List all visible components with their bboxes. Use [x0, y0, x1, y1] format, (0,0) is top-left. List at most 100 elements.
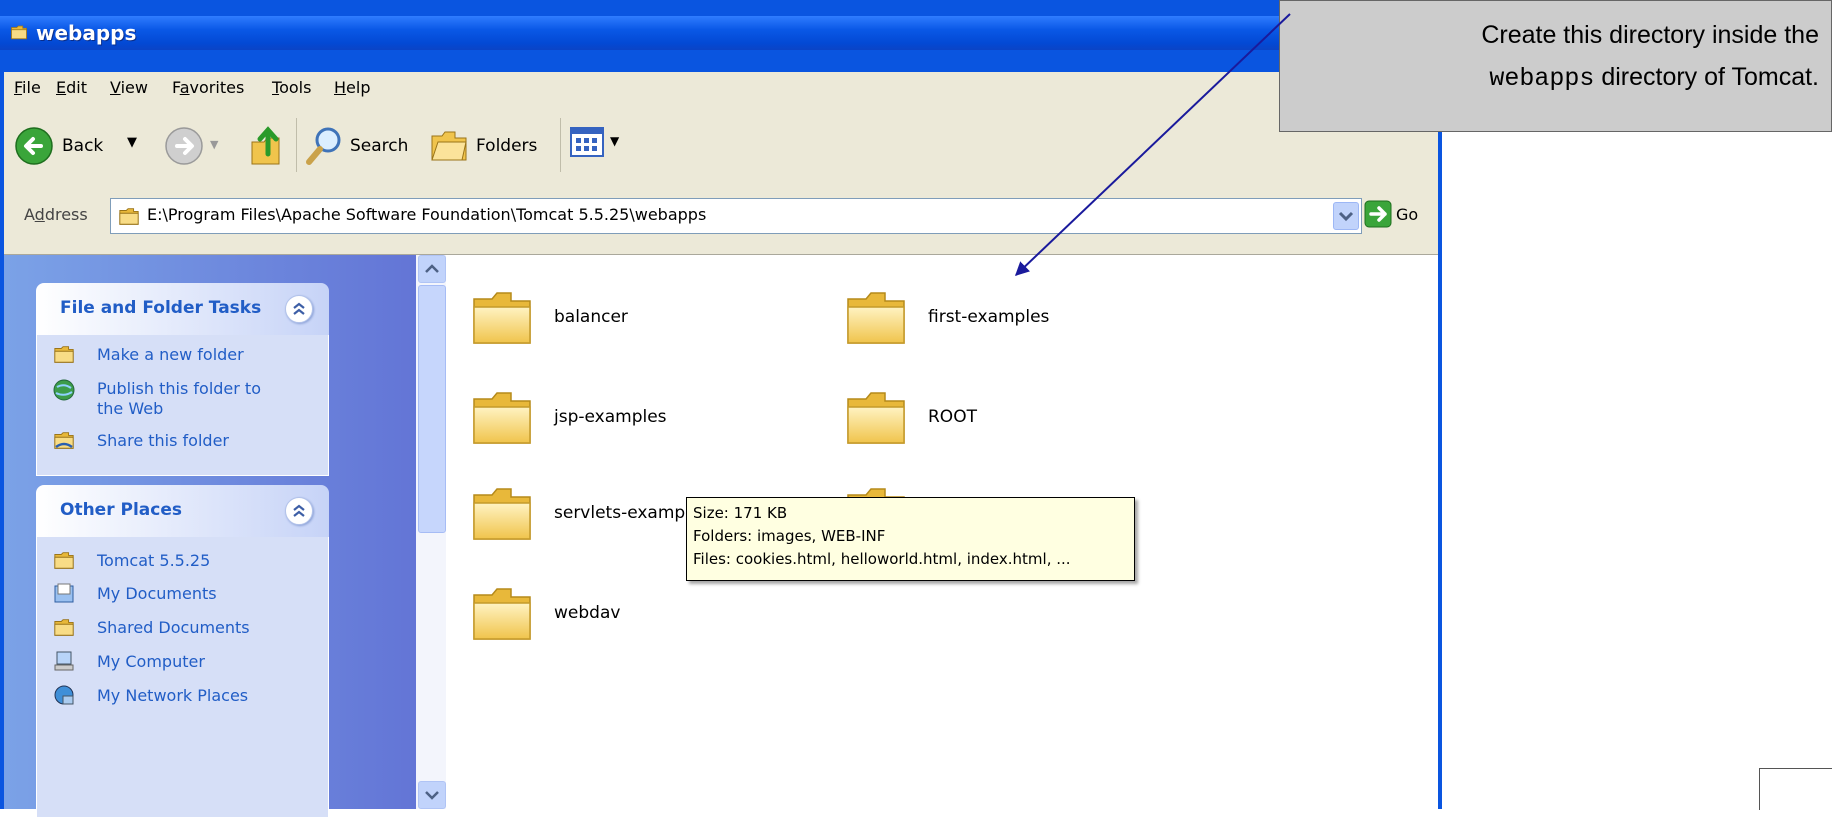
- place-my-computer[interactable]: My Computer: [97, 652, 205, 672]
- menu-file[interactable]: File: [14, 78, 41, 97]
- folders-button[interactable]: Folders: [430, 124, 560, 168]
- folder-name: first-examples: [928, 307, 1050, 327]
- toolbar: Back ▼ ▼ Search Folders ▼: [4, 104, 1438, 191]
- title-bar[interactable]: webapps: [0, 16, 1442, 50]
- address-dropdown-button[interactable]: [1333, 202, 1359, 230]
- place-my-documents[interactable]: My Documents: [97, 584, 217, 604]
- folder-icon: [54, 619, 74, 636]
- folder-item-jsp-examples[interactable]: jsp-examples: [470, 385, 770, 451]
- callout-line1: Create this directory inside the: [1481, 21, 1819, 49]
- folders-label: Folders: [476, 136, 538, 156]
- collapse-button[interactable]: [285, 295, 313, 323]
- panel-title: File and Folder Tasks: [60, 298, 262, 318]
- task-pane: File and Folder Tasks Make a new folder …: [4, 255, 416, 818]
- folder-icon: [119, 208, 139, 225]
- folder-icon: [473, 588, 531, 640]
- double-chevron-up-icon: [293, 504, 305, 517]
- annotation-callout: Create this directory inside the webapps…: [1279, 0, 1832, 132]
- my-computer-icon: [54, 651, 74, 671]
- scroll-up-button[interactable]: [418, 255, 446, 283]
- folder-name: webdav: [554, 603, 621, 623]
- forward-arrow-icon: [165, 127, 203, 165]
- callout-code: webapps: [1489, 64, 1595, 93]
- task-publish-folder-cont[interactable]: the Web: [97, 399, 163, 419]
- panel-header[interactable]: Other Places: [36, 485, 329, 537]
- folder-icon: [473, 292, 531, 344]
- chevron-up-icon: [425, 264, 439, 273]
- panel-body: Tomcat 5.5.25 My Documents Shared Docume…: [36, 537, 329, 818]
- scroll-thumb[interactable]: [418, 285, 446, 533]
- place-tomcat[interactable]: Tomcat 5.5.25: [97, 551, 210, 571]
- callout-line2-rest: directory of Tomcat.: [1594, 63, 1819, 91]
- menu-favorites[interactable]: Favorites: [172, 78, 244, 97]
- menu-edit[interactable]: Edit: [56, 78, 87, 97]
- window-title: webapps: [36, 21, 137, 45]
- forward-button[interactable]: ▼: [164, 126, 234, 168]
- address-label: Address: [24, 205, 88, 224]
- explorer-window: webapps File Edit View Favorites Tools H…: [0, 0, 1442, 818]
- task-make-new-folder[interactable]: Make a new folder: [97, 345, 244, 365]
- back-dropdown-icon[interactable]: ▼: [127, 135, 137, 150]
- menu-tools[interactable]: Tools: [272, 78, 311, 97]
- go-button[interactable]: Go: [1364, 198, 1434, 234]
- corner-box: [1759, 768, 1832, 810]
- panel-header[interactable]: File and Folder Tasks: [36, 283, 329, 335]
- file-folder-tasks-panel: File and Folder Tasks Make a new folder …: [36, 283, 329, 476]
- folder-item-webdav[interactable]: webdav: [470, 581, 670, 647]
- folder-item-root[interactable]: ROOT: [844, 385, 1144, 451]
- address-input[interactable]: E:\Program Files\Apache Software Foundat…: [110, 198, 1362, 234]
- menu-bar: File Edit View Favorites Tools Help: [4, 72, 1438, 105]
- search-button[interactable]: Search: [304, 124, 424, 168]
- other-places-panel: Other Places Tomcat 5.5.25 My Documents …: [36, 485, 329, 818]
- toolbar-separator: [560, 118, 561, 172]
- address-path: E:\Program Files\Apache Software Foundat…: [147, 205, 707, 224]
- up-folder-icon[interactable]: [248, 124, 288, 166]
- folder-item-balancer[interactable]: balancer: [470, 285, 770, 351]
- task-share-folder[interactable]: Share this folder: [97, 431, 229, 451]
- folder-name: jsp-examples: [554, 407, 667, 427]
- tooltip-files: Files: cookies.html, helloworld.html, in…: [693, 550, 1071, 568]
- network-places-icon: [54, 685, 74, 705]
- search-icon: [306, 127, 341, 165]
- back-label: Back: [62, 136, 104, 156]
- panel-body: Make a new folder Publish this folder to…: [36, 335, 329, 476]
- folder-name: balancer: [554, 307, 628, 327]
- folder-icon: [847, 292, 905, 344]
- folders-icon: [431, 131, 467, 161]
- toolbar-separator: [296, 118, 297, 172]
- folder-name: ROOT: [928, 407, 977, 427]
- tooltip-size: Size: 171 KB: [693, 504, 788, 522]
- views-dropdown-icon: ▼: [610, 134, 620, 148]
- collapse-button[interactable]: [285, 497, 313, 525]
- scroll-down-button[interactable]: [418, 781, 446, 809]
- share-folder-icon: [54, 432, 74, 449]
- place-my-network[interactable]: My Network Places: [97, 686, 248, 706]
- globe-icon: [53, 379, 75, 401]
- vertical-scrollbar[interactable]: [416, 255, 446, 809]
- views-icon: [570, 127, 604, 157]
- folder-tooltip: Size: 171 KB Folders: images, WEB-INF Fi…: [686, 497, 1135, 581]
- views-button[interactable]: ▼: [570, 124, 630, 164]
- chevron-down-icon: [1338, 211, 1354, 222]
- folder-icon: [847, 392, 905, 444]
- search-label: Search: [350, 136, 409, 156]
- new-folder-icon: [54, 346, 74, 363]
- panel-title: Other Places: [60, 500, 182, 520]
- address-bar: Address E:\Program Files\Apache Software…: [4, 190, 1438, 255]
- task-publish-folder[interactable]: Publish this folder to: [97, 379, 261, 399]
- menu-view[interactable]: View: [110, 78, 148, 97]
- double-chevron-up-icon: [293, 302, 305, 315]
- tooltip-folders: Folders: images, WEB-INF: [693, 527, 886, 545]
- chevron-down-icon: [425, 791, 439, 800]
- back-button[interactable]: Back ▼: [14, 126, 154, 168]
- my-documents-icon: [54, 583, 74, 603]
- forward-dropdown-icon[interactable]: ▼: [210, 138, 218, 151]
- folder-icon: [54, 552, 74, 569]
- folder-icon: [473, 392, 531, 444]
- menu-help[interactable]: Help: [334, 78, 370, 97]
- folder-item-first-examples[interactable]: first-examples: [844, 285, 1144, 351]
- callout-line2: webapps directory of Tomcat.: [1489, 63, 1819, 93]
- folder-icon: [11, 25, 27, 40]
- place-shared-documents[interactable]: Shared Documents: [97, 618, 250, 638]
- folder-icon: [473, 488, 531, 540]
